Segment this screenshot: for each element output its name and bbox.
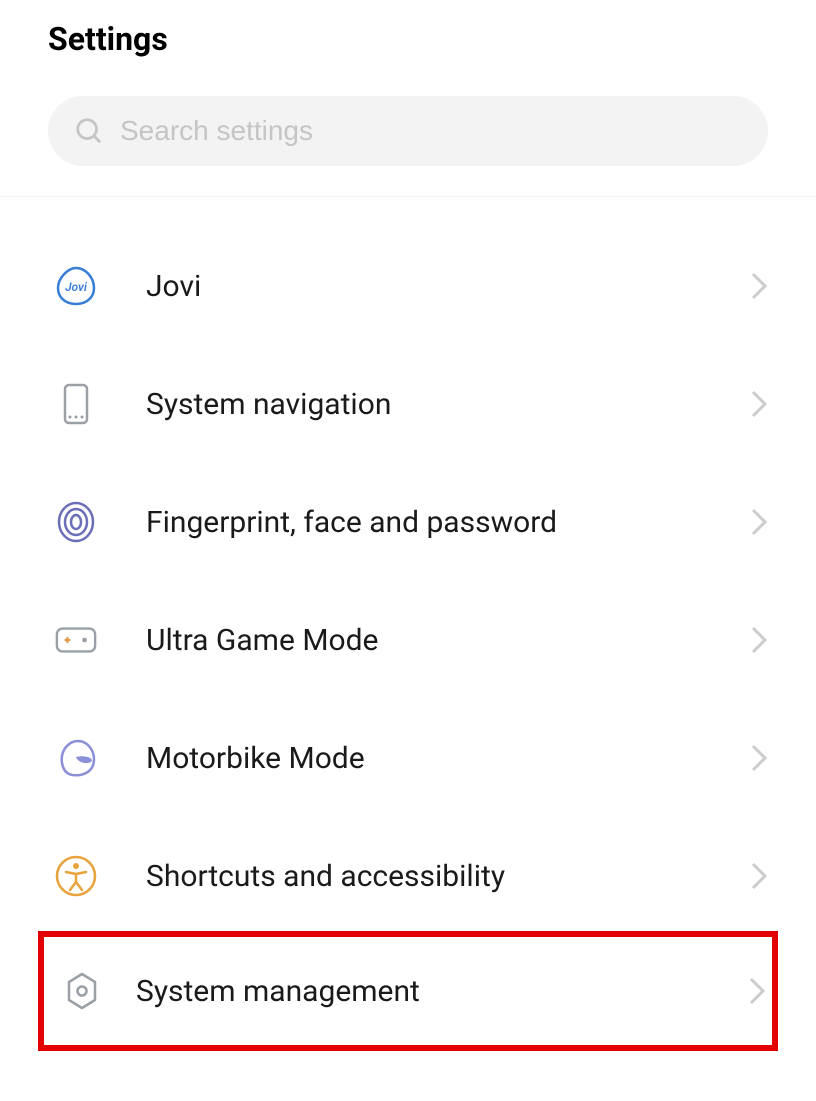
item-label: Ultra Game Mode xyxy=(146,623,750,658)
chevron-right-icon xyxy=(750,625,768,655)
search-box[interactable] xyxy=(48,96,768,166)
search-container xyxy=(0,78,816,197)
item-label: System management xyxy=(136,974,748,1009)
chevron-right-icon xyxy=(750,861,768,891)
fingerprint-icon xyxy=(54,500,98,544)
item-label: Jovi xyxy=(146,269,750,304)
list-item-system-management[interactable]: System management xyxy=(38,931,778,1051)
list-item-fingerprint-face-password[interactable]: Fingerprint, face and password xyxy=(0,463,816,581)
list-item-ultra-game-mode[interactable]: Ultra Game Mode xyxy=(0,581,816,699)
chevron-right-icon xyxy=(750,271,768,301)
chevron-right-icon xyxy=(750,389,768,419)
item-label: System navigation xyxy=(146,387,750,422)
list-item-system-navigation[interactable]: System navigation xyxy=(0,345,816,463)
chevron-right-icon xyxy=(750,743,768,773)
list-item-shortcuts-accessibility[interactable]: Shortcuts and accessibility xyxy=(0,817,816,935)
search-input[interactable] xyxy=(120,115,742,147)
gear-hex-icon xyxy=(60,969,104,1013)
gamepad-icon xyxy=(54,618,98,662)
item-label: Fingerprint, face and password xyxy=(146,505,750,540)
list-item-motorbike-mode[interactable]: Motorbike Mode xyxy=(0,699,816,817)
chevron-right-icon xyxy=(750,507,768,537)
accessibility-icon xyxy=(54,854,98,898)
header: Settings xyxy=(0,0,816,78)
item-label: Motorbike Mode xyxy=(146,741,750,776)
svg-text:Jovi: Jovi xyxy=(65,280,88,294)
jovi-icon: Jovi xyxy=(54,264,98,308)
phone-icon xyxy=(54,382,98,426)
item-label: Shortcuts and accessibility xyxy=(146,859,750,894)
page-title: Settings xyxy=(48,20,768,58)
settings-list: Jovi Jovi System navigation xyxy=(0,197,816,1051)
helmet-icon xyxy=(54,736,98,780)
list-item-jovi[interactable]: Jovi Jovi xyxy=(0,227,816,345)
chevron-right-icon xyxy=(748,976,766,1006)
search-icon xyxy=(74,116,104,146)
